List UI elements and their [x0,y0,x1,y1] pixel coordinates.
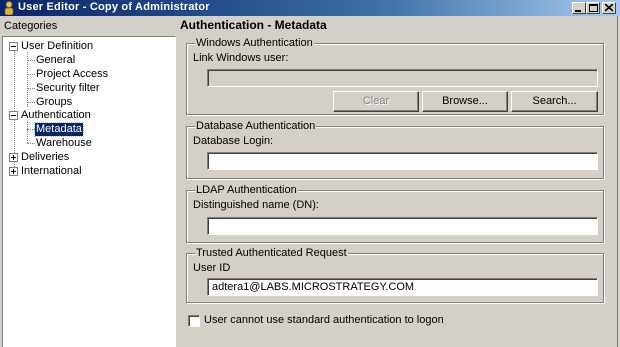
tree-item-general[interactable]: General [36,54,75,67]
close-icon [605,4,613,12]
tree-item-project-access[interactable]: Project Access [36,68,108,81]
maximize-icon [589,4,598,12]
user-icon [4,1,14,15]
link-windows-user-label: Link Windows user: [193,52,289,64]
link-windows-user-field [207,69,598,87]
maximize-button[interactable] [586,2,600,14]
plus-icon [11,169,16,174]
tree-line [27,88,35,89]
tree-line [27,143,35,144]
tree-item-user-definition[interactable]: User Definition [21,40,93,53]
user-id-field[interactable] [207,278,598,296]
tree-item-authentication[interactable]: Authentication [21,109,91,122]
minimize-icon [575,10,581,12]
expand-deliveries-button[interactable] [9,153,18,162]
search-button[interactable]: Search... [511,91,598,112]
collapse-user-definition-button[interactable] [9,42,18,51]
user-id-label: User ID [193,262,231,274]
trusted-authenticated-request-legend: Trusted Authenticated Request [195,247,348,259]
minus-icon [11,46,16,47]
expand-international-button[interactable] [9,167,18,176]
categories-label: Categories [4,20,58,32]
windows-authentication-legend: Windows Authentication [195,37,314,49]
distinguished-name-label: Distinguished name (DN): [193,199,319,211]
database-login-field[interactable] [207,152,598,170]
tree-item-groups[interactable]: Groups [36,96,72,109]
cannot-use-standard-auth-checkbox[interactable] [188,315,200,327]
distinguished-name-field[interactable] [207,217,598,235]
tree-item-security-filter[interactable]: Security filter [36,82,100,95]
plus-icon [11,155,16,160]
tree-line [27,102,35,103]
tree-item-deliveries[interactable]: Deliveries [21,151,69,164]
tree-line [27,74,35,75]
collapse-authentication-button[interactable] [9,111,18,120]
tree-line [27,129,35,130]
database-login-label: Database Login: [193,135,274,147]
browse-button[interactable]: Browse... [422,91,508,112]
tree-line [27,60,35,61]
tree-line [27,121,28,143]
minus-icon [11,115,16,116]
tree-item-international[interactable]: International [21,165,82,178]
cannot-use-standard-auth-label[interactable]: User cannot use standard authentication … [204,314,444,326]
close-button[interactable] [602,2,616,14]
ldap-authentication-legend: LDAP Authentication [195,184,298,196]
tree-item-warehouse[interactable]: Warehouse [36,137,92,150]
page-title: Authentication - Metadata [180,18,327,32]
tree-item-metadata[interactable]: Metadata [34,122,84,137]
minimize-button[interactable] [572,2,586,14]
database-authentication-legend: Database Authentication [195,120,317,132]
clear-button: Clear [333,91,419,112]
categories-tree[interactable]: User Definition General Project Access S… [2,36,176,347]
window-title: User Editor - Copy of Administrator [18,1,210,13]
title-bar: User Editor - Copy of Administrator [0,0,620,16]
